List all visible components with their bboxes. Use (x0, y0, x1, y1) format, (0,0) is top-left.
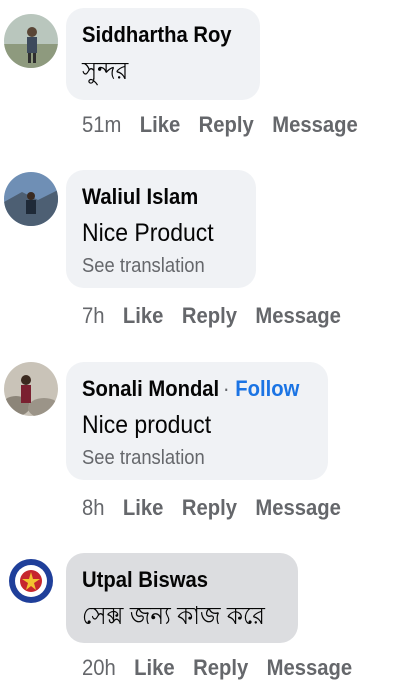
message-button[interactable]: Message (255, 303, 341, 328)
comment-actions: 51m Like Reply Message (82, 112, 376, 138)
avatar[interactable] (4, 362, 58, 416)
commenter-name[interactable]: Waliul Islam (82, 184, 227, 210)
commenter-name[interactable]: Siddhartha Roy (82, 22, 232, 48)
reply-button[interactable]: Reply (182, 495, 237, 520)
like-button[interactable]: Like (134, 655, 175, 680)
comment-text: সুন্দর (82, 57, 129, 85)
message-button[interactable]: Message (267, 655, 353, 680)
comment-bubble: Waliul Islam Nice Product See translatio… (66, 170, 256, 288)
see-translation-link[interactable]: See translation (82, 254, 227, 278)
avatar[interactable] (4, 14, 58, 68)
avatar[interactable] (4, 172, 58, 226)
comment-time[interactable]: 7h (82, 303, 105, 328)
like-button[interactable]: Like (140, 112, 181, 137)
comment-time[interactable]: 20h (82, 655, 116, 680)
comment-bubble: Siddhartha Roy সুন্দর (66, 8, 260, 100)
commenter-name[interactable]: Sonali Mondal (82, 376, 219, 401)
message-button[interactable]: Message (272, 112, 358, 137)
comment-bubble: Sonali Mondal · Follow Nice product See t… (66, 362, 328, 480)
comment-text: Nice Product (82, 219, 214, 247)
comment-text: সেক্স জন্য কাজ করে (82, 602, 265, 630)
comment-time[interactable]: 51m (82, 112, 121, 137)
reply-button[interactable]: Reply (193, 655, 248, 680)
comment-actions: 20h Like Reply Message (82, 655, 371, 681)
comment-text: Nice product (82, 411, 212, 439)
see-translation-link[interactable]: See translation (82, 446, 294, 470)
reply-button[interactable]: Reply (182, 303, 237, 328)
message-button[interactable]: Message (255, 495, 341, 520)
follow-separator: · (222, 376, 230, 401)
commenter-name-row: Sonali Mondal · Follow (82, 376, 299, 402)
avatar[interactable] (4, 554, 58, 608)
comment-actions: 8h Like Reply Message (82, 495, 359, 521)
commenter-name[interactable]: Utpal Biswas (82, 567, 266, 593)
follow-button[interactable]: Follow (235, 376, 299, 401)
like-button[interactable]: Like (123, 303, 164, 328)
comment-actions: 7h Like Reply Message (82, 303, 359, 329)
like-button[interactable]: Like (123, 495, 164, 520)
reply-button[interactable]: Reply (199, 112, 254, 137)
comment-bubble: Utpal Biswas সেক্স জন্য কাজ করে (66, 553, 298, 643)
comment-time[interactable]: 8h (82, 495, 105, 520)
